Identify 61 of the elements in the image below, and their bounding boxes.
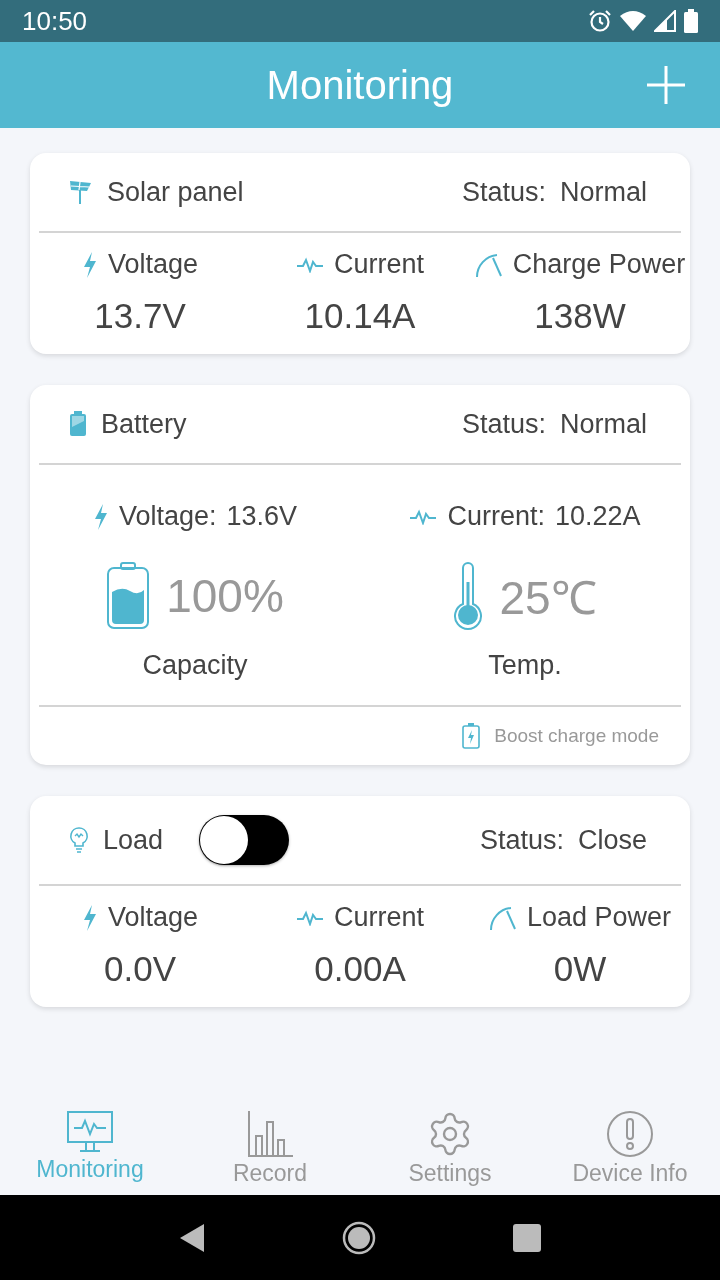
pulse-icon <box>296 909 324 926</box>
metric-label: Voltage <box>107 902 199 933</box>
gauge-icon <box>474 251 503 278</box>
nav-tab[interactable]: Monitoring <box>0 1100 180 1195</box>
monitor-icon <box>66 1110 114 1154</box>
pulse-icon <box>409 508 438 525</box>
alarm-icon <box>588 9 612 33</box>
battery-icon <box>684 9 698 33</box>
metric-label: Current <box>334 902 424 933</box>
page-title: Monitoring <box>266 62 454 108</box>
pulse-icon <box>296 256 324 273</box>
bar-chart-icon <box>246 1110 294 1158</box>
lightning-icon <box>81 904 98 931</box>
metric-label: Voltage <box>107 249 199 280</box>
gauge-label: Temp. <box>488 650 562 681</box>
status-label: Status: <box>479 824 564 856</box>
nav-tab[interactable]: Device Info <box>540 1100 720 1195</box>
reading-value: 13.6V <box>226 501 298 532</box>
card-title: Solar panel <box>107 176 244 208</box>
metric-value: 138W <box>534 296 626 336</box>
back-button[interactable] <box>178 1222 205 1253</box>
metric-value: 0.00A <box>314 949 406 989</box>
card-title: Battery <box>101 408 187 440</box>
light-bulb-icon <box>69 827 89 853</box>
battery-icon <box>69 411 87 437</box>
mode-text: Boost charge mode <box>494 725 659 747</box>
status-label: Status: <box>461 176 546 208</box>
lightning-icon <box>92 503 109 530</box>
status-time: 10:50 <box>22 5 88 37</box>
reading-label: Voltage: <box>118 501 217 532</box>
wifi-icon <box>620 10 646 32</box>
gauge-icon <box>488 904 517 931</box>
solar-panel-icon <box>69 179 93 205</box>
reading-value: 10.22A <box>555 501 641 532</box>
metric-label: Current <box>334 249 424 280</box>
gauge-value: 100% <box>166 569 284 623</box>
card-title: Load <box>103 824 164 856</box>
lightning-icon <box>81 251 98 278</box>
alert-icon <box>606 1110 654 1158</box>
nav-tab[interactable]: Settings <box>360 1100 540 1195</box>
metric-value: 13.7V <box>94 296 186 336</box>
nav-tab[interactable]: Record <box>180 1100 360 1195</box>
load-switch[interactable] <box>199 815 290 865</box>
metric-label: Load Power <box>526 902 672 933</box>
signal-icon <box>654 10 676 32</box>
reading-label: Current: <box>447 501 545 532</box>
status-value: Normal <box>560 176 647 208</box>
metric-label: Charge Power <box>512 249 686 280</box>
metric-value: 0.0V <box>104 949 176 989</box>
recents-button[interactable] <box>513 1223 542 1252</box>
charging-battery-icon <box>462 723 481 749</box>
metric-value: 0W <box>553 949 607 989</box>
battery-level-icon <box>106 562 151 630</box>
status-value: Close <box>577 824 647 856</box>
status-value: Normal <box>560 408 647 440</box>
metric-value: 10.14A <box>304 296 416 336</box>
home-button[interactable] <box>342 1220 376 1255</box>
gauge-label: Capacity <box>142 650 248 681</box>
thermometer-icon <box>453 562 484 630</box>
gauge-value: 25℃ <box>499 571 597 626</box>
status-label: Status: <box>461 408 546 440</box>
